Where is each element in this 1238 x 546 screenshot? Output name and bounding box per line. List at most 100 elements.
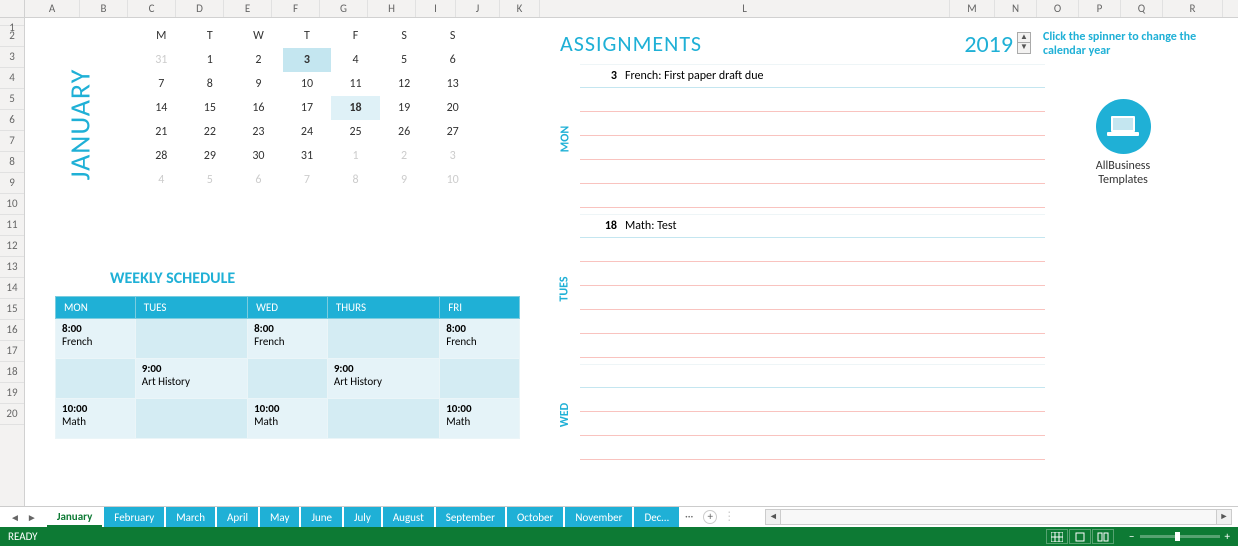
calendar-day[interactable]: 11 [331,72,380,96]
row-header[interactable]: 1 [0,18,24,26]
assignment-line[interactable]: 18Math: Test [580,214,1045,238]
weekly-cell[interactable]: 10:00Math [56,399,136,439]
column-header[interactable]: G [320,0,368,17]
calendar-day[interactable]: 3 [283,48,332,72]
page-layout-view-icon[interactable] [1069,529,1091,544]
column-header[interactable]: O [1037,0,1079,17]
zoom-in-icon[interactable]: + [1225,530,1230,543]
row-header[interactable]: 13 [0,257,24,278]
tab-more-icon[interactable]: ··· [681,507,697,527]
sheet-tab[interactable]: March [166,507,215,527]
calendar-day[interactable]: 5 [380,48,429,72]
row-header[interactable]: 19 [0,383,24,404]
sheet-tab[interactable]: September [436,507,505,527]
calendar-day[interactable]: 13 [428,72,477,96]
calendar-day[interactable]: 25 [331,120,380,144]
assignment-line[interactable] [580,364,1045,388]
spinner-down-icon[interactable]: ▼ [1017,43,1031,54]
assignment-line[interactable] [580,388,1045,412]
row-header[interactable]: 9 [0,173,24,194]
calendar-day[interactable]: 2 [380,144,429,168]
calendar-day[interactable]: 29 [186,144,235,168]
column-header[interactable]: C [128,0,176,17]
calendar-day[interactable]: 1 [186,48,235,72]
calendar-day[interactable]: 9 [380,168,429,192]
calendar-day[interactable]: 10 [428,168,477,192]
year-spinner[interactable]: ▲ ▼ [1017,32,1031,54]
worksheet-area[interactable]: JANUARY MTWTFSS3112345678910111213141516… [25,18,1238,506]
calendar-day[interactable]: 2 [234,48,283,72]
calendar-day[interactable]: 16 [234,96,283,120]
calendar-day[interactable]: 4 [331,48,380,72]
calendar-day[interactable]: 23 [234,120,283,144]
row-header[interactable]: 3 [0,47,24,68]
calendar-day[interactable]: 10 [283,72,332,96]
tab-nav-next-icon[interactable]: ► [25,511,39,524]
sheet-tab[interactable]: June [301,507,342,527]
zoom-controls[interactable]: − + [1129,530,1230,543]
calendar-day[interactable]: 6 [428,48,477,72]
assignment-line[interactable] [580,412,1045,436]
tab-nav-buttons[interactable]: ◄ ► [0,507,47,527]
assignment-line[interactable] [580,436,1045,460]
column-header[interactable]: D [176,0,224,17]
row-header[interactable]: 10 [0,194,24,215]
weekly-cell[interactable] [248,359,328,399]
select-all-corner[interactable] [0,0,25,17]
row-header[interactable]: 4 [0,68,24,89]
calendar-day[interactable]: 18 [331,96,380,120]
calendar-day[interactable]: 6 [234,168,283,192]
weekly-cell[interactable]: 9:00Art History [327,359,439,399]
row-header[interactable]: 2 [0,26,24,47]
column-header[interactable]: F [272,0,320,17]
sheet-tab[interactable]: February [104,507,164,527]
row-header[interactable]: 18 [0,362,24,383]
assignment-line[interactable] [580,160,1045,184]
column-header[interactable]: P [1079,0,1121,17]
row-header[interactable]: 5 [0,89,24,110]
calendar-day[interactable]: 24 [283,120,332,144]
calendar-day[interactable]: 7 [137,72,186,96]
row-header[interactable]: 12 [0,236,24,257]
assignment-line[interactable] [580,310,1045,334]
page-break-view-icon[interactable] [1092,529,1114,544]
calendar-day[interactable]: 7 [283,168,332,192]
view-switcher[interactable] [1046,529,1114,544]
column-header[interactable]: A [25,0,80,17]
column-header[interactable]: E [224,0,272,17]
calendar-day[interactable]: 3 [428,144,477,168]
zoom-slider[interactable] [1140,535,1220,538]
calendar-day[interactable]: 31 [283,144,332,168]
weekly-cell[interactable]: 10:00Math [440,399,520,439]
calendar-day[interactable]: 8 [186,72,235,96]
calendar-day[interactable]: 26 [380,120,429,144]
calendar-day[interactable]: 30 [234,144,283,168]
sheet-tab[interactable]: October [507,507,563,527]
calendar-day[interactable]: 31 [137,48,186,72]
column-header[interactable]: H [368,0,416,17]
new-sheet-button[interactable]: + [703,510,717,524]
calendar-day[interactable]: 19 [380,96,429,120]
row-header[interactable]: 14 [0,278,24,299]
calendar-day[interactable]: 1 [331,144,380,168]
calendar-day[interactable]: 27 [428,120,477,144]
zoom-out-icon[interactable]: − [1129,530,1134,543]
weekly-cell[interactable]: 8:00French [248,319,328,359]
row-header[interactable]: 8 [0,152,24,173]
weekly-cell[interactable] [327,399,439,439]
calendar-day[interactable]: 15 [186,96,235,120]
weekly-cell[interactable]: 10:00Math [248,399,328,439]
column-header[interactable]: N [995,0,1037,17]
sheet-tab[interactable]: Dec… [634,507,679,527]
column-header[interactable]: M [950,0,995,17]
assignment-line[interactable] [580,112,1045,136]
weekly-cell[interactable]: 8:00French [56,319,136,359]
weekly-cell[interactable] [327,319,439,359]
weekly-cell[interactable] [440,359,520,399]
calendar-day[interactable]: 8 [331,168,380,192]
column-header[interactable]: J [456,0,500,17]
row-header[interactable]: 7 [0,131,24,152]
row-header[interactable]: 15 [0,299,24,320]
sheet-tab[interactable]: April [217,507,258,527]
assignment-line[interactable] [580,334,1045,358]
